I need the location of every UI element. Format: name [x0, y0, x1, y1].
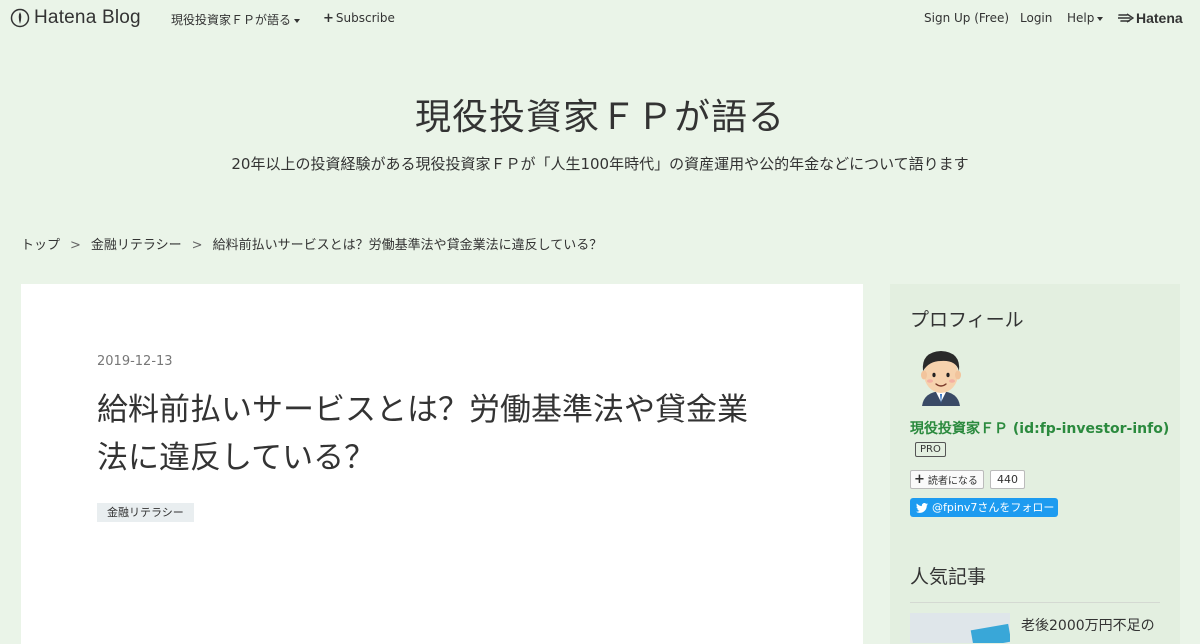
blog-menu-button[interactable]: 現役投資家ＦＰが語る [171, 11, 301, 28]
thumbnail-graphic [970, 623, 1010, 643]
global-header: Hatena Blog 現役投資家ＦＰが語る + Subscribe Sign U… [0, 0, 1200, 36]
avatar[interactable] [910, 344, 972, 406]
article-title-line-1: 給料前払いサービスとは？労働基準法や貸金業 [97, 392, 748, 428]
breadcrumb: トップ > 金融リテラシー > 給料前払いサービスとは？労働基準法や貸金業法に違反してい… [21, 234, 602, 253]
sidebar: プロフィール 現役投資家ＦＰ (id:fp-investor-info) PRO… [890, 284, 1180, 644]
login-link[interactable]: Login [1020, 11, 1052, 25]
hatena-blog-logo-text: Hatena Blog [34, 7, 141, 28]
help-label: Help [1067, 11, 1095, 25]
blog-title[interactable]: 現役投資家ＦＰが語る [0, 88, 1200, 140]
subscribe-reader-button[interactable]: + 読者になる [910, 470, 984, 489]
profile-heading: プロフィール [910, 309, 1024, 331]
breadcrumb-separator: > [191, 238, 203, 253]
breadcrumb-current: 給料前払いサービスとは？労働基準法や貸金業法に違反している？ [212, 238, 603, 253]
hatena-label: Hatena [1136, 10, 1183, 26]
blog-description: 20年以上の投資経験がある現役投資家ＦＰが「人生100年時代」の資産運用や公的年… [231, 155, 969, 173]
hatena-blog-logo[interactable]: Hatena Blog [10, 7, 141, 29]
caret-down-icon [294, 18, 301, 23]
popular-article-thumbnail[interactable] [910, 613, 1010, 643]
pro-badge: PRO [915, 442, 946, 457]
hatena-logo-icon [1118, 13, 1134, 23]
twitter-follow-label: @fpinv7さんをフォロー [932, 501, 1055, 514]
blog-menu-label: 現役投資家ＦＰが語る [171, 13, 292, 27]
hatena-blog-logo-icon [10, 8, 30, 28]
article-category-tag[interactable]: 金融リテラシー [97, 503, 194, 522]
signup-link[interactable]: Sign Up (Free) [924, 11, 1009, 25]
subscribe-reader-label: 読者になる [927, 476, 978, 487]
reader-count: 440 [990, 470, 1025, 489]
profile-name-link[interactable]: 現役投資家ＦＰ (id:fp-investor-info) [910, 418, 1169, 438]
breadcrumb-separator: > [70, 238, 81, 253]
popular-articles-heading: 人気記事 [910, 566, 987, 588]
divider [910, 602, 1160, 603]
breadcrumb-category-link[interactable]: 金融リテラシー [91, 238, 182, 253]
twitter-follow-button[interactable]: @fpinv7さんをフォロー [910, 498, 1058, 517]
twitter-bird-icon [916, 502, 928, 513]
article-date[interactable]: 2019-12-13 [97, 354, 173, 369]
help-menu-button[interactable]: Help [1067, 11, 1104, 25]
breadcrumb-top-link[interactable]: トップ [21, 238, 60, 253]
article-card: 2019-12-13 給料前払いサービスとは？労働基準法や貸金業 法に違反している… [21, 284, 863, 644]
plus-icon: + [323, 11, 334, 26]
article-title-line-2: 法に違反している？ [97, 440, 376, 476]
hatena-link[interactable]: Hatena [1118, 10, 1183, 26]
subscribe-button[interactable]: + Subscribe [323, 11, 395, 26]
plus-icon: + [914, 471, 925, 487]
caret-down-icon [1097, 16, 1104, 21]
popular-article-title[interactable]: 老後2000万円不足の [1021, 615, 1155, 635]
subscribe-label: Subscribe [335, 11, 395, 25]
article-title[interactable]: 給料前払いサービスとは？労働基準法や貸金業 法に違反している？ [97, 386, 797, 482]
